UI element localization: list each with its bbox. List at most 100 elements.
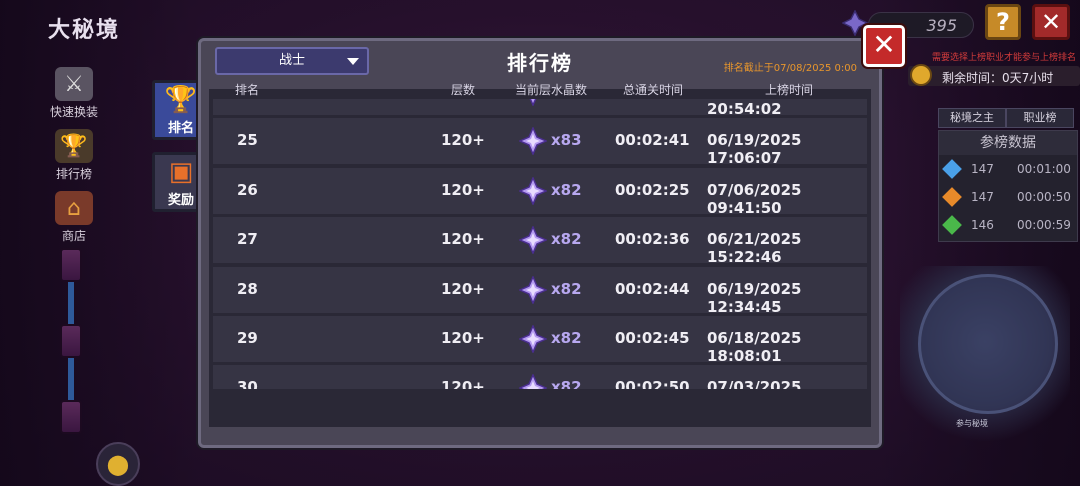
- location-pin-icon: ⬤: [106, 452, 130, 476]
- reference-data-box: 参榜数据 147 00:01:00 147 00:00:50 146 00:00…: [938, 130, 1078, 242]
- green-gem-icon: [942, 215, 962, 235]
- shop-label: 商店: [61, 229, 86, 243]
- rank-cell: 29: [237, 329, 258, 347]
- clear-time-cell: 00:02:45: [615, 329, 690, 347]
- reference-row: 147 00:00:50: [939, 183, 1077, 211]
- exit-button[interactable]: ✕: [1032, 4, 1070, 40]
- trophy-icon: 🏆: [55, 129, 93, 163]
- crystal-count-cell: x83: [551, 131, 582, 150]
- dungeon-tower: [56, 248, 86, 458]
- rank-cell: 28: [237, 279, 258, 298]
- page-title: 大秘境: [48, 18, 121, 43]
- crystal-count-cell: x82: [551, 378, 582, 389]
- table-row[interactable]: 24 120+ x83 00:02:38 07/05/2025 20:54:02: [213, 99, 867, 118]
- floors-cell: 120+: [441, 230, 485, 249]
- floors-cell: 120+: [441, 329, 485, 347]
- left-menu: ⚔ 快速换装 🏆 排行榜 ⌂ 商店: [42, 58, 106, 244]
- crystal-count-cell: x82: [551, 279, 582, 298]
- tower-floor[interactable]: [60, 400, 82, 434]
- floors-cell: 120+: [441, 131, 485, 150]
- crystal-icon: [518, 324, 548, 354]
- npc-caption: 参与秘境: [956, 419, 988, 428]
- crystal-icon: [518, 175, 548, 206]
- rank-date-cell: 06/18/2025 18:08:01: [707, 329, 802, 365]
- floors-cell: 120+: [441, 279, 485, 298]
- column-header-rank-date: 上榜时间: [765, 83, 814, 97]
- leaderboard-menu-label: 排行榜: [55, 167, 92, 181]
- table-row[interactable]: 26 120+ x82 00:02:25 07/06/2025 09:41:50: [213, 167, 867, 217]
- column-header-clear-time: 总通关时间: [623, 83, 684, 97]
- rank-cell: 25: [237, 131, 258, 150]
- table-header: 排名 层数 当前层水晶数 总通关时间 上榜时间: [209, 79, 871, 99]
- rank-cell: 26: [237, 180, 258, 199]
- column-header-rank: 排名: [235, 83, 260, 97]
- leaderboard-menu-button[interactable]: 🏆 排行榜: [42, 120, 106, 182]
- armor-swap-icon: ⚔: [55, 67, 93, 101]
- crystal-count-cell: x82: [551, 180, 582, 199]
- rank-date-cell: 06/21/2025 15:22:46: [707, 230, 802, 267]
- table-row[interactable]: 30 120+ x82 00:02:50 07/03/2025 09:23:58: [213, 365, 867, 389]
- clock-icon: [910, 64, 932, 86]
- crystal-icon: [518, 373, 548, 389]
- reference-floors: 147: [971, 162, 994, 176]
- column-header-floors: 层数: [451, 83, 476, 97]
- shop-button[interactable]: ⌂ 商店: [42, 182, 106, 244]
- reference-data-title: 参榜数据: [939, 131, 1077, 155]
- ranking-cutoff-text: 排名截止于07/08/2025 0:00: [723, 63, 857, 74]
- clear-time-cell: 00:02:25: [615, 180, 690, 199]
- clear-time-cell: 00:02:50: [615, 378, 690, 389]
- table-row[interactable]: 27 120+ x82 00:02:36 06/21/2025 15:22:46: [213, 217, 867, 267]
- floors-cell: 120+: [441, 378, 485, 389]
- crystal-icon: [518, 225, 548, 256]
- crystal-icon: [518, 274, 548, 305]
- reference-time: 00:00:50: [1017, 190, 1071, 204]
- tab-class-ranking[interactable]: 职业榜: [1006, 108, 1074, 128]
- tower-floor[interactable]: [60, 324, 82, 358]
- rank-date-cell: 07/05/2025 20:54:02: [707, 99, 801, 118]
- crystal-count-cell: x83: [551, 99, 582, 100]
- column-header-crystals: 当前层水晶数: [515, 83, 588, 97]
- right-panel: 需要选择上榜职业才能参与上榜排名 剩余时间：0天7小时 秘境之主 职业榜 参榜数…: [908, 50, 1080, 242]
- close-button[interactable]: ✕: [863, 25, 905, 67]
- reference-time: 00:00:59: [1017, 218, 1071, 232]
- rank-cell: 24: [237, 99, 258, 100]
- location-pin-button[interactable]: ⬤: [96, 442, 140, 486]
- crystal-icon: [519, 99, 547, 107]
- dungeon-npc[interactable]: 参与秘境: [900, 266, 1070, 456]
- clear-time-cell: 00:02:36: [615, 230, 690, 249]
- rank-cell: 30: [237, 378, 258, 389]
- reference-floors: 146: [971, 218, 994, 232]
- help-button[interactable]: ?: [985, 4, 1021, 40]
- leaderboard-list[interactable]: 24 120+ x83 00:02:38 07/05/2025 20:54:02 25 12…: [209, 99, 871, 389]
- table-row[interactable]: 28 120+ x82 00:02:44 06/19/2025 12:34:45: [213, 266, 867, 316]
- reference-row: 147 00:01:00: [939, 155, 1077, 183]
- rank-date-cell: 07/03/2025 09:23:58: [707, 378, 802, 389]
- tab-dungeon-master[interactable]: 秘境之主: [938, 108, 1006, 128]
- remaining-time: 剩余时间：0天7小时: [908, 64, 1080, 86]
- reference-time: 00:01:00: [1017, 162, 1071, 176]
- rank-date-cell: 07/06/2025 09:41:50: [707, 180, 802, 217]
- quick-equip-label: 快速换装: [49, 105, 98, 119]
- leaderboard-panel: 战士 排行榜 排名截止于07/08/2025 0:00 ✕ 排名 层数 当前层水…: [198, 25, 905, 448]
- floors-cell: 120+: [441, 99, 485, 100]
- clear-time-cell: 00:02:41: [615, 131, 690, 150]
- orange-gem-icon: [942, 187, 962, 207]
- quick-equip-button[interactable]: ⚔ 快速换装: [42, 58, 106, 120]
- rank-cell: 27: [237, 230, 258, 249]
- rank-date-cell: 06/19/2025 17:06:07: [707, 131, 802, 168]
- table-row[interactable]: 29 120+ x82 00:02:45 06/18/2025 18:08:01: [213, 316, 867, 365]
- blue-gem-icon: [942, 159, 962, 179]
- reference-floors: 147: [971, 190, 994, 204]
- crystal-icon: [518, 126, 548, 157]
- clear-time-cell: 00:02:44: [615, 279, 690, 298]
- floors-cell: 120+: [441, 180, 485, 199]
- reference-row: 146 00:00:59: [939, 211, 1077, 239]
- tower-floor[interactable]: [60, 248, 82, 282]
- ranking-notice: 需要选择上榜职业才能参与上榜排名: [931, 53, 1076, 63]
- shop-icon: ⌂: [55, 191, 93, 225]
- clear-time-cell: 00:02:38: [615, 99, 690, 100]
- ranking-type-tabs: 秘境之主 职业榜: [938, 108, 1080, 128]
- rank-date-cell: 06/19/2025 12:34:45: [707, 279, 802, 316]
- table-row[interactable]: 25 120+ x83 00:02:41 06/19/2025 17:06:07: [213, 118, 867, 168]
- remaining-time-text: 剩余时间：0天7小时: [942, 71, 1054, 85]
